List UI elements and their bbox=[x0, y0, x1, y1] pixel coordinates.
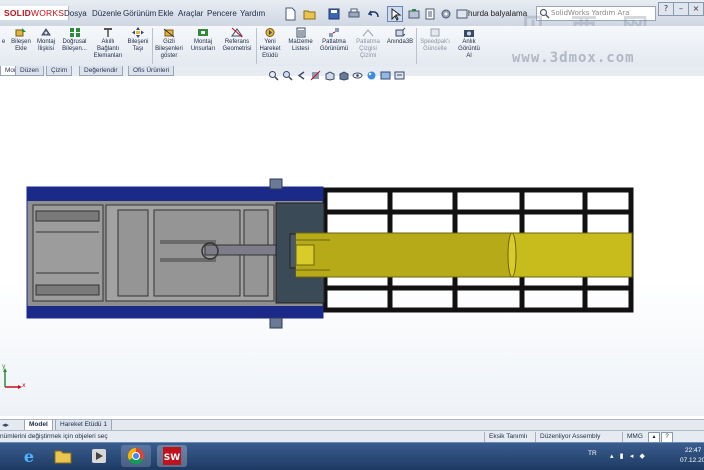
document-name: hurda balyalama bbox=[468, 9, 528, 18]
explode-line-label: Patlatma Çizgisi Çizimi bbox=[356, 39, 380, 59]
show-hidden-label: Gizli Bileşenleri göster bbox=[155, 39, 183, 59]
input-language[interactable]: TR bbox=[588, 450, 597, 458]
tray-icons[interactable]: ▴ ▮ ◂ ◆ bbox=[610, 452, 670, 460]
menu-araclar[interactable]: Araçlar bbox=[178, 8, 203, 20]
tab-cizim[interactable]: Çizim bbox=[46, 66, 73, 76]
linear-pattern-icon bbox=[69, 27, 81, 38]
smart-fasteners-icon bbox=[102, 27, 114, 38]
save-icon[interactable] bbox=[326, 6, 342, 22]
open-folder-icon[interactable] bbox=[302, 6, 318, 22]
tab-ofis-urunleri[interactable]: Ofis Ürünleri bbox=[128, 66, 175, 76]
menu-dosya[interactable]: Dosya bbox=[64, 8, 87, 20]
ribbon-separator bbox=[416, 28, 417, 64]
bom-label: Malzeme Listesi bbox=[288, 39, 313, 52]
reference-geometry-icon bbox=[231, 27, 243, 38]
bill-of-materials-button[interactable]: Malzeme Listesi bbox=[286, 26, 315, 66]
menu-duzenle[interactable]: Düzenle bbox=[92, 8, 121, 20]
explode-line-sketch-button[interactable]: Patlatma Çizgisi Çizimi bbox=[353, 26, 383, 66]
svg-text:e: e bbox=[24, 447, 34, 466]
new-document-icon[interactable] bbox=[282, 6, 298, 22]
exploded-view-button[interactable]: Patlatma Görünümü bbox=[317, 26, 351, 66]
show-hidden-components-button[interactable]: Gizli Bileşenleri göster bbox=[153, 26, 185, 66]
mate-icon bbox=[40, 27, 52, 38]
print-icon[interactable] bbox=[346, 6, 362, 22]
bottom-blue-beam bbox=[27, 306, 323, 318]
instant3d-icon bbox=[394, 27, 406, 38]
take-snapshot-button[interactable]: Anlık Görüntü Al bbox=[455, 26, 483, 66]
menu-pencere[interactable]: Pencere bbox=[207, 8, 237, 20]
axis-x-label: x bbox=[22, 382, 26, 389]
assembly-features-icon bbox=[197, 27, 209, 38]
assembly-model[interactable] bbox=[0, 77, 704, 416]
show-hidden-icon bbox=[163, 27, 175, 38]
snapshot-label: Anlık Görüntü Al bbox=[458, 39, 480, 59]
linear-pattern-label: Doğrusal Bileşen... bbox=[62, 39, 87, 52]
reference-geometry-button[interactable]: Referans Geometrisi bbox=[219, 26, 255, 66]
chrome-icon[interactable] bbox=[121, 445, 151, 467]
clock-time[interactable]: 22:47 bbox=[685, 447, 701, 455]
exploded-view-icon bbox=[328, 27, 340, 38]
insert-component-button[interactable]: Bileşen Ekle bbox=[9, 26, 33, 66]
axis-y-label: y bbox=[2, 363, 6, 370]
status-separator bbox=[622, 432, 623, 442]
snapshot-icon bbox=[463, 27, 475, 38]
bottom-bolt bbox=[269, 317, 283, 329]
media-player-icon[interactable] bbox=[84, 445, 114, 467]
tab-scroll-arrows[interactable]: ◂▸ bbox=[2, 420, 22, 430]
speedpak-icon bbox=[429, 27, 441, 38]
tab-duzen[interactable]: Düzen bbox=[15, 66, 44, 76]
assembly-features-button[interactable]: Montaj Unsurları bbox=[188, 26, 218, 66]
mate-label: Montaj İlişkisi bbox=[36, 39, 55, 52]
solidworks-taskbar-icon[interactable]: SW bbox=[157, 445, 187, 467]
solidworks-logo[interactable]: SOLIDWORKS bbox=[0, 6, 70, 20]
bom-icon bbox=[295, 27, 307, 38]
move-component-button[interactable]: Bileşeni Taşı bbox=[125, 26, 151, 66]
status-separator bbox=[535, 432, 536, 442]
assembly-features-label: Montaj Unsurları bbox=[190, 39, 216, 52]
insert-component-label: Bileşen Ekle bbox=[11, 39, 31, 52]
motion-study-label: Yeni Hareket Etüdü bbox=[259, 39, 281, 59]
options-icon[interactable] bbox=[438, 6, 454, 22]
explode-line-icon bbox=[362, 27, 374, 38]
graphics-area[interactable]: x y bbox=[0, 70, 704, 416]
close-icon[interactable]: × bbox=[688, 2, 704, 16]
svg-text:SW: SW bbox=[164, 453, 180, 463]
menu-gorunum[interactable]: Görünüm bbox=[123, 8, 156, 20]
clock-date[interactable]: 07.12.20 bbox=[680, 457, 704, 465]
move-component-label: Bileşeni Taşı bbox=[127, 39, 149, 52]
exploded-view-label: Patlatma Görünümü bbox=[319, 39, 349, 52]
instant3d-button[interactable]: Anında3B bbox=[385, 26, 415, 66]
menu-yardim[interactable]: Yardım bbox=[240, 8, 265, 20]
motion-study-icon bbox=[264, 27, 276, 38]
rebuild-icon[interactable] bbox=[406, 6, 422, 22]
status-separator bbox=[484, 432, 485, 442]
ribbon-edge-button[interactable]: e bbox=[0, 26, 7, 66]
menu-ekle[interactable]: Ekle bbox=[158, 8, 174, 20]
reference-geometry-label: Referans Geometrisi bbox=[222, 39, 252, 52]
mate-button[interactable]: Montaj İlişkisi bbox=[34, 26, 58, 66]
watermark-url: www.3dmox.com bbox=[512, 50, 635, 66]
help-icon[interactable]: ? bbox=[658, 2, 674, 16]
instant3d-label: Anında3B bbox=[386, 39, 414, 45]
speedpak-label: Speedpak'ı Güncelle bbox=[420, 39, 450, 52]
insert-component-icon bbox=[15, 27, 27, 38]
windows-taskbar: e SW TR ▴ ▮ ◂ ◆ 22:47 07.12.20 bbox=[0, 442, 704, 470]
internet-explorer-icon[interactable]: e bbox=[14, 445, 44, 467]
linear-pattern-button[interactable]: Doğrusal Bileşen... bbox=[59, 26, 90, 66]
file-explorer-icon[interactable] bbox=[48, 445, 78, 467]
update-speedpak-button[interactable]: Speedpak'ı Güncelle bbox=[418, 26, 452, 66]
move-component-icon bbox=[132, 27, 144, 38]
top-bolt bbox=[269, 178, 283, 190]
undo-icon[interactable] bbox=[366, 6, 382, 22]
tab-degerlendir[interactable]: Değerlendir bbox=[79, 66, 123, 76]
select-icon[interactable] bbox=[387, 6, 403, 22]
minimize-icon[interactable]: – bbox=[673, 2, 689, 16]
file-properties-icon[interactable] bbox=[422, 6, 438, 22]
smart-fasteners-label: Akıllı Bağlantı Elemanları bbox=[93, 39, 123, 59]
smart-fasteners-button[interactable]: Akıllı Bağlantı Elemanları bbox=[92, 26, 124, 66]
new-motion-study-button[interactable]: Yeni Hareket Etüdü bbox=[257, 26, 283, 66]
